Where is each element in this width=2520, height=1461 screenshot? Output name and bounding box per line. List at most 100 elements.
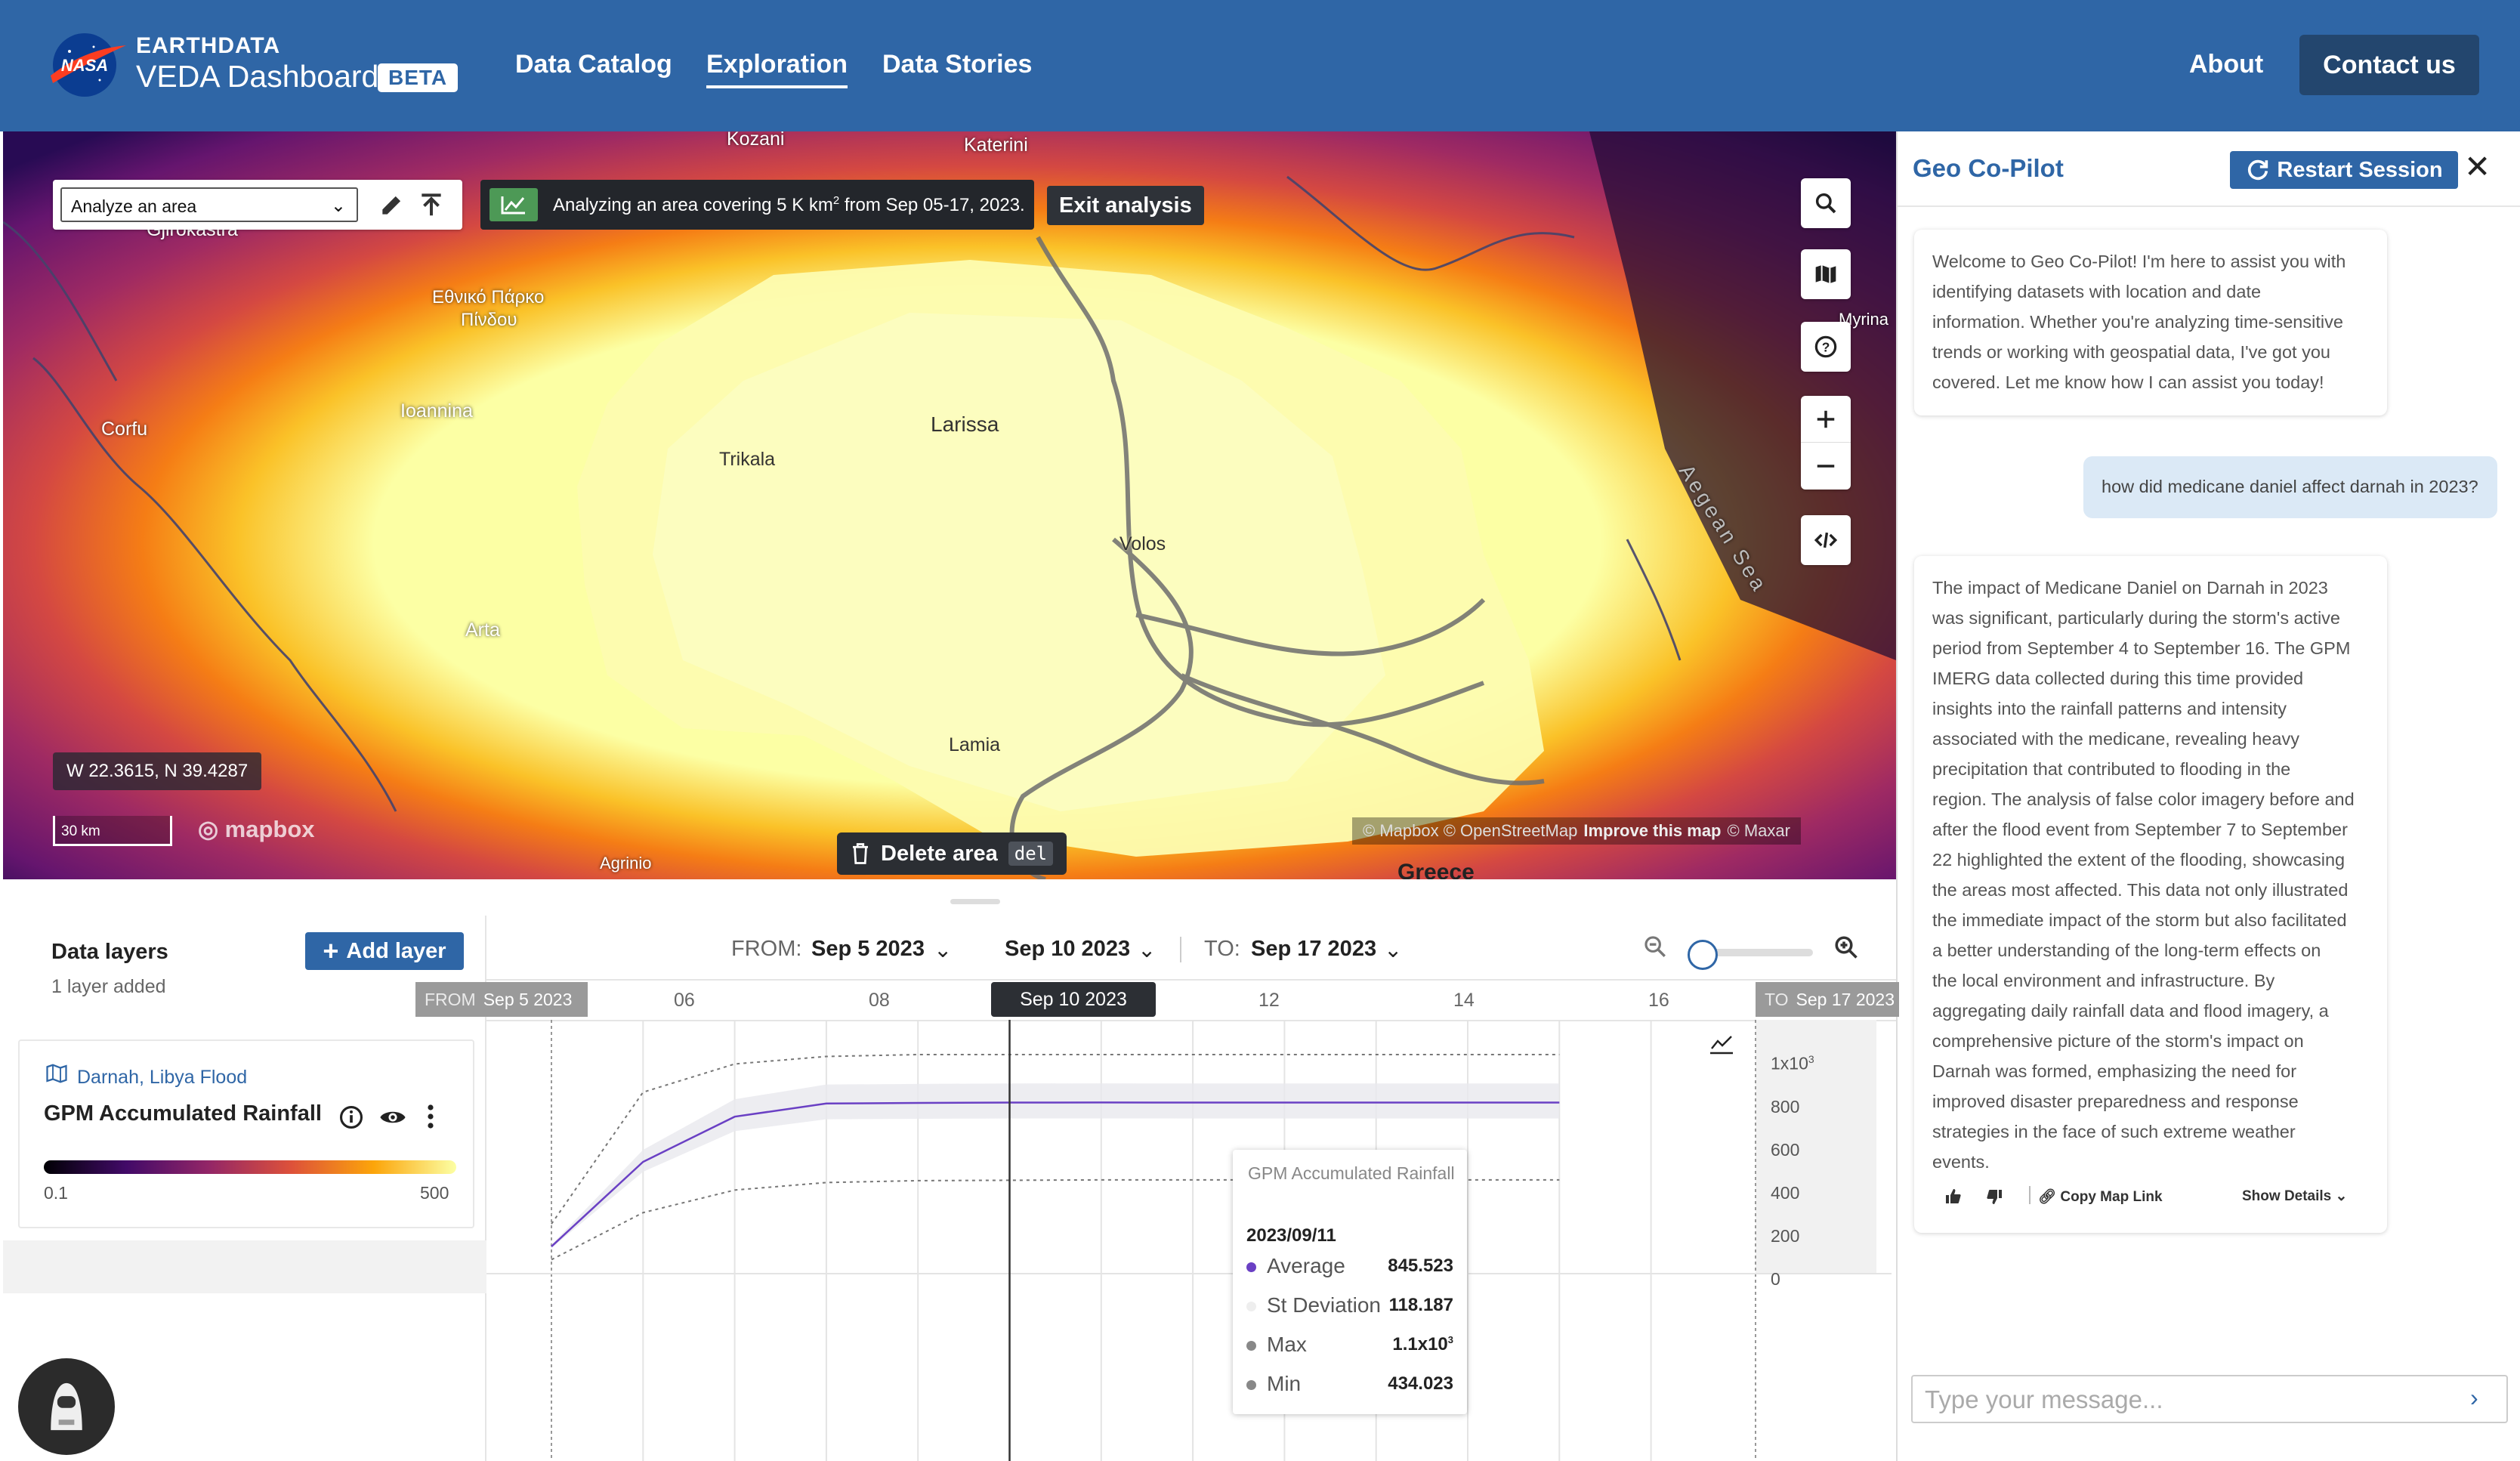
answer-line: events. bbox=[1932, 1152, 1990, 1172]
answer-text: The impact of Medicane Daniel on Darnah … bbox=[1932, 573, 2369, 1177]
trash-icon bbox=[853, 843, 868, 864]
eye-icon[interactable] bbox=[379, 1104, 406, 1130]
copy-map-link-label: Copy Map Link bbox=[2060, 1189, 2163, 1205]
zoom-controls bbox=[1801, 396, 1851, 490]
nav-data-catalog[interactable]: Data Catalog bbox=[515, 50, 672, 79]
answer-line: The impact of Medicane Daniel on Darnah … bbox=[1932, 578, 2328, 598]
map-label: Trikala bbox=[719, 449, 776, 470]
map-label: Arta bbox=[465, 619, 500, 641]
y-tick-label: 200 bbox=[1771, 1226, 1800, 1246]
rainfall-heatmap bbox=[3, 131, 1896, 879]
pencil-icon[interactable] bbox=[378, 190, 406, 219]
answer-line: associated with the medicane, revealing … bbox=[1932, 729, 2299, 749]
code-icon bbox=[1814, 532, 1838, 548]
layers-count: 1 layer added bbox=[51, 976, 166, 997]
from-date-flag[interactable]: FROM Sep 5 2023 bbox=[415, 982, 588, 1017]
map-label: Kozani bbox=[727, 131, 785, 150]
help-button[interactable]: ? bbox=[1801, 322, 1851, 372]
search-map-button[interactable] bbox=[1801, 178, 1851, 228]
answer-line: the immediate impact of the storm but al… bbox=[1932, 910, 2347, 930]
exit-analysis-button[interactable]: Exit analysis bbox=[1047, 186, 1204, 225]
mapbox-logo[interactable]: ◎ mapbox bbox=[198, 816, 315, 843]
legend-min: 0.1 bbox=[44, 1183, 68, 1203]
more-options-icon[interactable] bbox=[423, 1103, 438, 1130]
data-layers-title: Data layers bbox=[51, 940, 168, 964]
map-attribution: © Mapbox © OpenStreetMap Improve this ma… bbox=[1352, 817, 1801, 845]
show-details-label: Show Details bbox=[2242, 1188, 2332, 1204]
welcome-message: Welcome to Geo Co-Pilot! I'm here to ass… bbox=[1914, 230, 2387, 415]
layer-card[interactable]: Darnah, Libya Flood GPM Accumulated Rain… bbox=[18, 1039, 474, 1228]
contact-us-button[interactable]: Contact us bbox=[2299, 35, 2479, 95]
zoom-in-timeline-icon[interactable] bbox=[1833, 934, 1860, 968]
delete-area-button[interactable]: Delete area del bbox=[837, 832, 1067, 875]
layer-dataset-link[interactable]: Darnah, Libya Flood bbox=[77, 1067, 247, 1089]
nav-exploration[interactable]: Exploration bbox=[706, 50, 848, 88]
map-label: Katerini bbox=[964, 134, 1028, 156]
welcome-text: Welcome to Geo Co-Pilot! I'm here to ass… bbox=[1932, 246, 2369, 397]
answer-line: the local environment and infrastructure… bbox=[1932, 971, 2275, 990]
y-tick-label: 400 bbox=[1771, 1183, 1800, 1203]
zoom-in-button[interactable] bbox=[1801, 396, 1851, 443]
bottom-panel: Data layers 1 layer added + Add layer Da… bbox=[3, 879, 1899, 1461]
analysis-text: Analyzing an area covering 5 K km2 from … bbox=[553, 193, 1025, 215]
improve-map-link[interactable]: Improve this map bbox=[1583, 821, 1721, 841]
plus-icon: + bbox=[323, 935, 339, 966]
answer-line: precipitation that contributed to floodi… bbox=[1932, 759, 2291, 779]
map-label: Ioannina bbox=[400, 400, 473, 422]
embed-code-button[interactable] bbox=[1801, 515, 1851, 565]
to-date-flag[interactable]: TO Sep 17 2023 bbox=[1756, 982, 1899, 1017]
send-icon[interactable]: › bbox=[2470, 1384, 2478, 1412]
analyze-select-value: Analyze an area bbox=[71, 196, 197, 216]
astronaut-icon bbox=[51, 1382, 82, 1431]
thumbs-down-icon[interactable] bbox=[1985, 1188, 2003, 1206]
message-input[interactable]: Type your message... bbox=[1911, 1375, 2508, 1423]
copy-map-link-button[interactable]: 🔗︎ Copy Map Link bbox=[2038, 1188, 2163, 1206]
welcome-line: identifying datasets with location and d… bbox=[1932, 282, 2262, 301]
chevron-down-icon: ⌄ bbox=[330, 196, 346, 216]
tooltip-max-row: Max 1.1x103 bbox=[1246, 1333, 1458, 1357]
delete-area-label: Delete area bbox=[881, 841, 998, 866]
close-icon[interactable]: ✕ bbox=[2464, 148, 2491, 185]
map-icon bbox=[1815, 265, 1836, 283]
assistant-launcher-button[interactable] bbox=[18, 1358, 115, 1455]
panel-resize-handle[interactable] bbox=[950, 899, 1000, 904]
info-icon[interactable] bbox=[338, 1104, 364, 1130]
top-header: NASA EARTHDATA VEDA Dashboard BETA Data … bbox=[0, 0, 2520, 131]
link-icon: 🔗︎ bbox=[2038, 1189, 2057, 1205]
assistant-message: The impact of Medicane Daniel on Darnah … bbox=[1914, 556, 2387, 1233]
nasa-logo-icon[interactable]: NASA bbox=[47, 30, 128, 100]
plus-icon bbox=[1817, 410, 1835, 428]
zoom-out-timeline-icon[interactable] bbox=[1642, 934, 1668, 966]
map-label: Volos bbox=[1119, 533, 1166, 554]
timeline-zoom-handle[interactable] bbox=[1688, 940, 1718, 970]
show-details-button[interactable]: Show Details ⌄ bbox=[2242, 1188, 2347, 1205]
timeline-chart[interactable]: FROM Sep 5 2023 TO Sep 17 2023 Sep 10 2023… bbox=[415, 979, 1899, 1461]
svg-text:?: ? bbox=[1822, 340, 1830, 355]
timeline-tick-label: 08 bbox=[869, 990, 890, 1011]
answer-line: period from September 4 to September 16.… bbox=[1932, 638, 2351, 658]
analyze-area-select[interactable]: Analyze an area ⌄ bbox=[60, 187, 358, 222]
map-label: Corfu bbox=[101, 419, 148, 440]
thumbs-up-icon[interactable] bbox=[1944, 1188, 1963, 1206]
tooltip-stdev-row: St Deviation 118.187 bbox=[1246, 1293, 1458, 1317]
chart-analysis-icon[interactable] bbox=[1709, 1033, 1734, 1056]
add-layer-button[interactable]: + Add layer bbox=[305, 932, 464, 970]
selected-date-flag[interactable]: Sep 10 2023 bbox=[991, 982, 1156, 1017]
user-message: how did medicane daniel affect darnah in… bbox=[2083, 456, 2497, 518]
tooltip-min-row: Min 434.023 bbox=[1246, 1372, 1458, 1396]
beta-badge: BETA bbox=[378, 63, 459, 92]
upload-icon[interactable] bbox=[417, 190, 446, 219]
actions-divider bbox=[2029, 1186, 2031, 1204]
basemap-button[interactable] bbox=[1801, 249, 1851, 299]
brand-title[interactable]: VEDA Dashboard bbox=[136, 59, 378, 94]
restart-session-label: Restart Session bbox=[2277, 157, 2443, 182]
map-view[interactable]: Kozani Katerini Gjirokastra Εθνικό Πάρκο… bbox=[3, 131, 1896, 879]
nav-data-stories[interactable]: Data Stories bbox=[882, 50, 1032, 79]
cursor-coordinates: W 22.3615, N 39.4287 bbox=[53, 752, 262, 790]
nav-about[interactable]: About bbox=[2189, 50, 2263, 79]
zoom-out-button[interactable] bbox=[1801, 443, 1851, 490]
chart-line-icon bbox=[489, 188, 538, 221]
restart-session-button[interactable]: Restart Session bbox=[2230, 151, 2458, 189]
timeline-tick-label: 12 bbox=[1258, 990, 1280, 1011]
rainfall-line-chart bbox=[486, 1020, 1892, 1461]
